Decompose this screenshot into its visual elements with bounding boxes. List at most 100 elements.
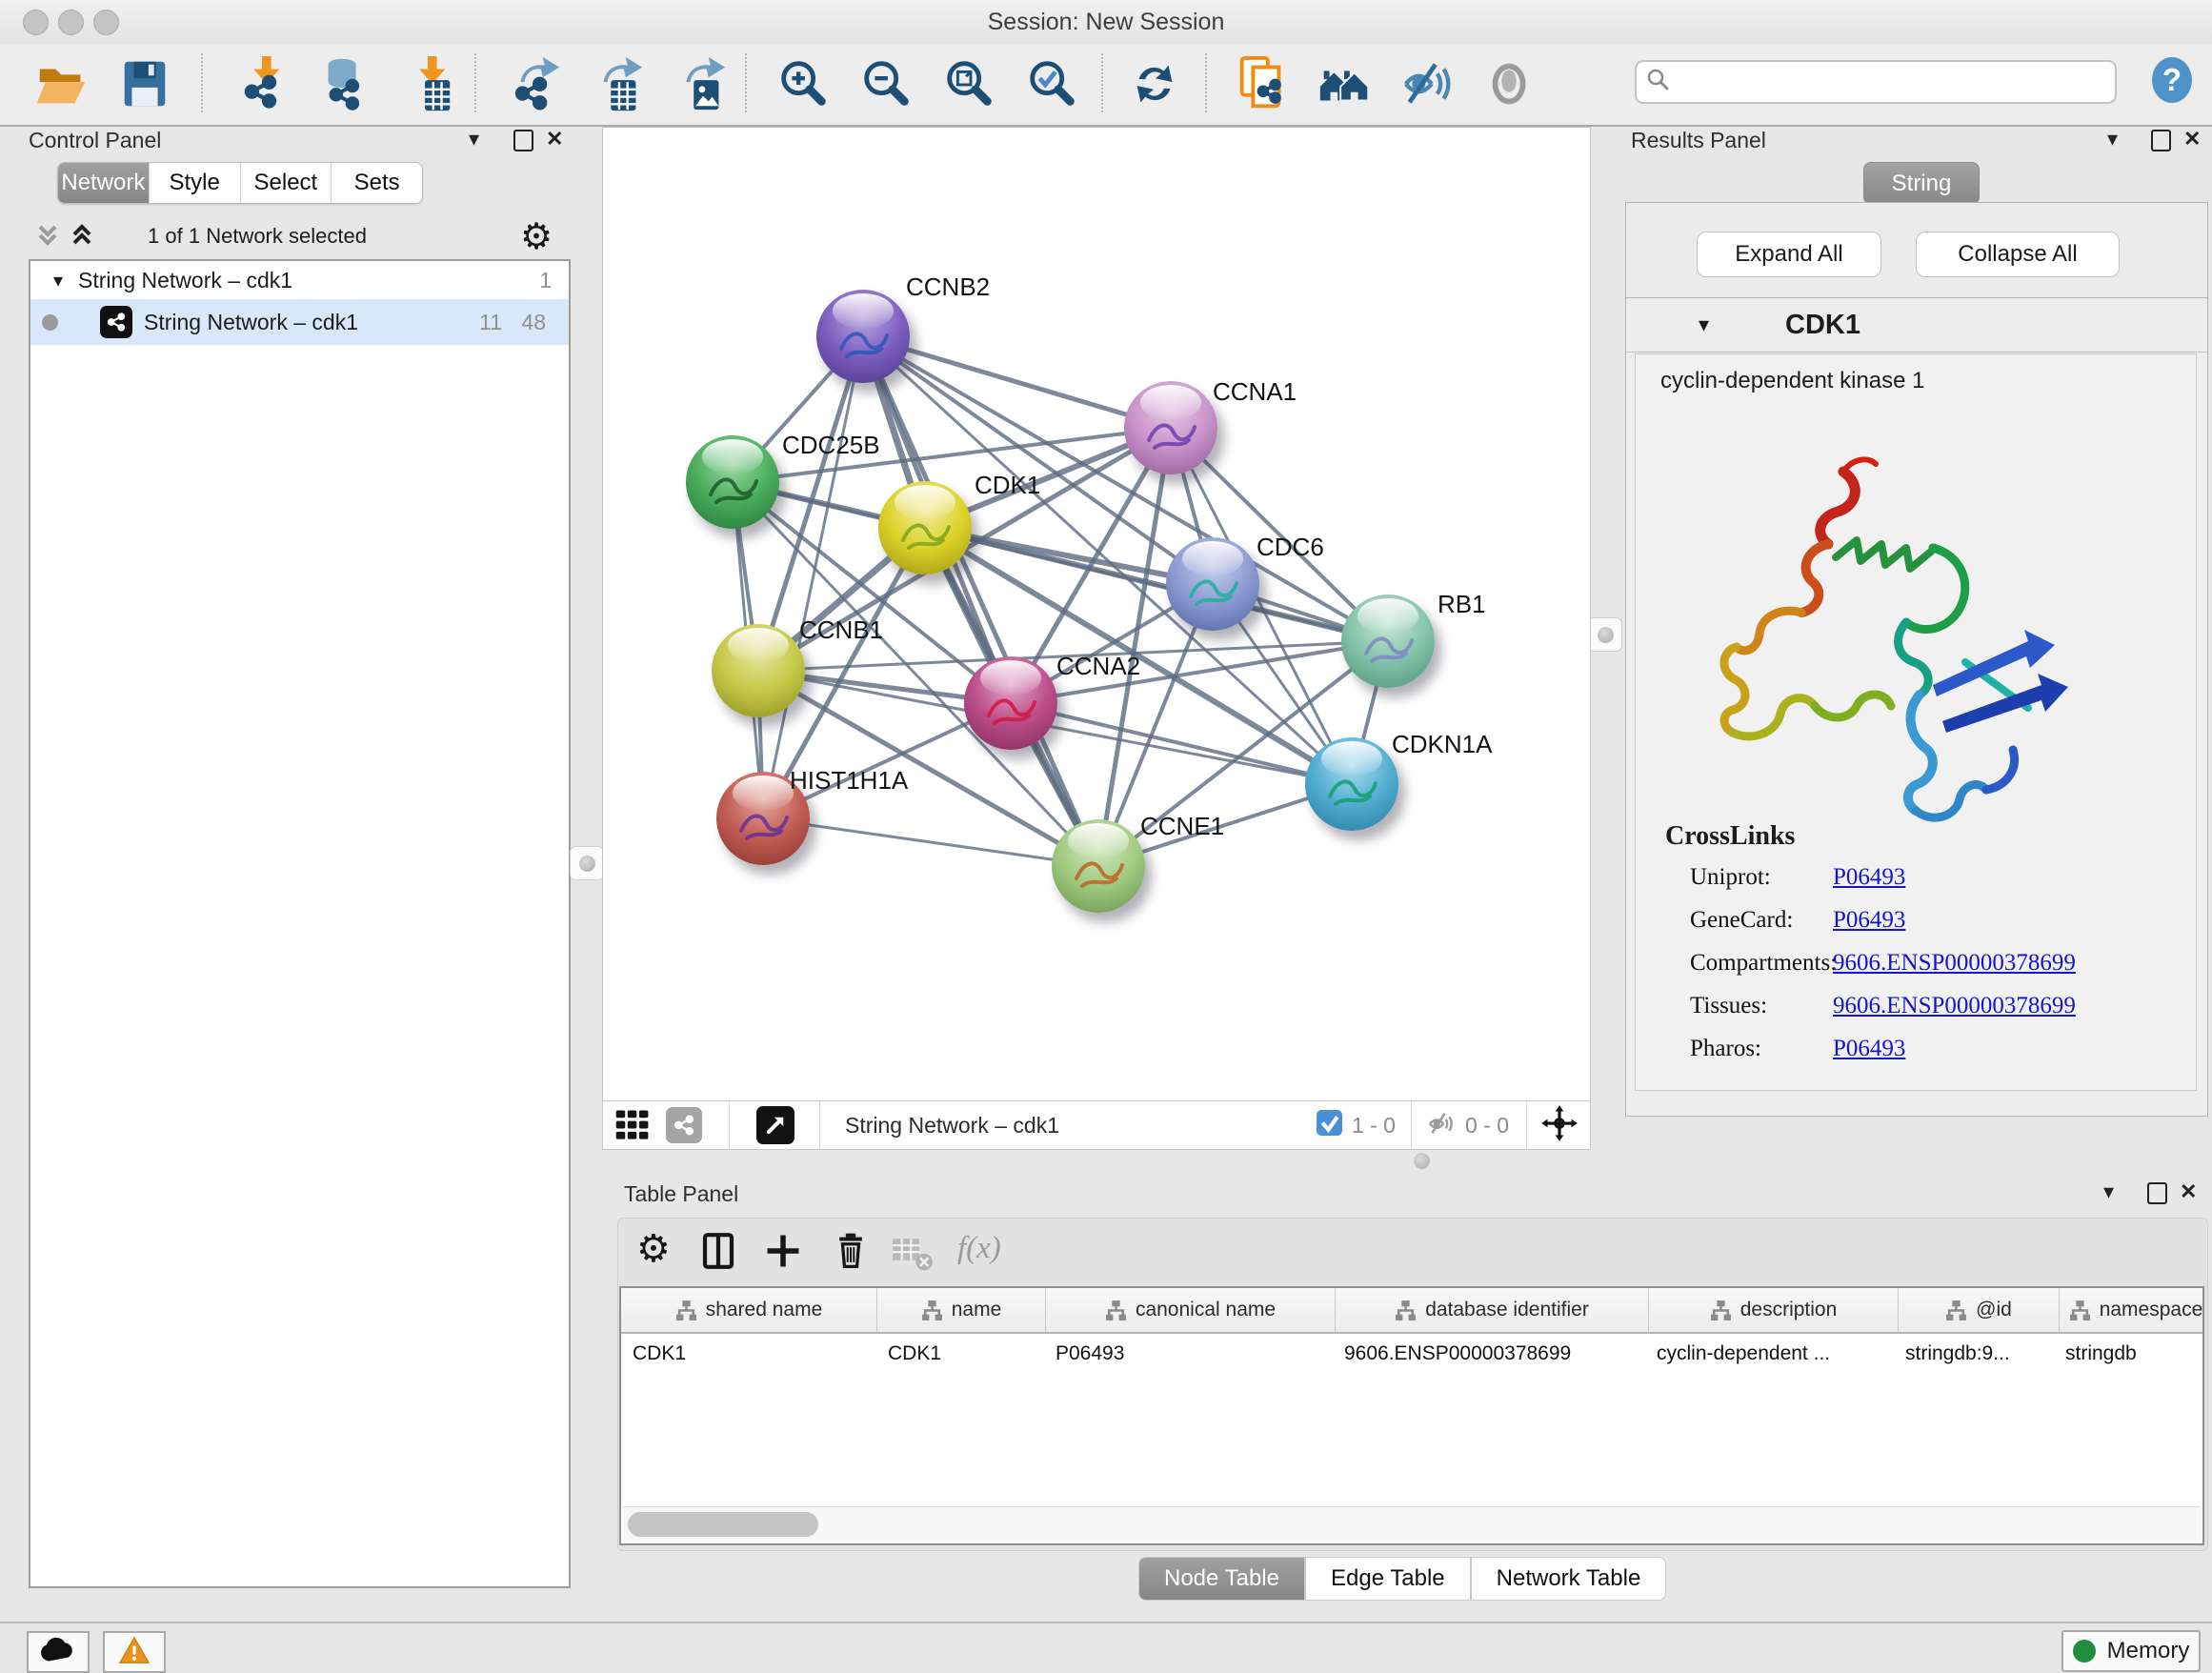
zoom-selected-button[interactable] [1019,50,1086,117]
tab-select[interactable]: Select [241,163,332,203]
column-header-description[interactable]: description [1649,1288,1899,1332]
node-CDC6[interactable] [1166,537,1259,631]
export-image-button[interactable] [668,50,734,117]
table-cell[interactable]: stringdb [2054,1334,2206,1377]
crosslink-link[interactable]: P06493 [1833,1036,1905,1062]
results-panel-close-button[interactable]: ✕ [2183,127,2201,151]
control-panel-menu-icon[interactable]: ▾ [469,127,479,151]
refresh-button[interactable] [1121,50,1188,117]
right-splitter-handle[interactable] [1588,617,1622,652]
protein-section-header[interactable]: ▾ CDK1 [1626,298,2207,353]
crosslink-link[interactable]: 9606.ENSP00000378699 [1833,993,2076,1019]
results-panel-menu-icon[interactable]: ▾ [2107,127,2118,151]
node-CCNB1[interactable] [712,624,805,717]
open-session-button[interactable] [29,50,95,117]
tab-network[interactable]: Network [58,163,150,203]
results-panel-float-button[interactable] [2151,130,2171,151]
open-in-window-icon[interactable] [756,1106,794,1144]
column-header-shared-name[interactable]: shared name [621,1288,877,1332]
tab-node-table[interactable]: Node Table [1138,1557,1305,1601]
network-edge[interactable] [763,818,1098,866]
string-query-button[interactable] [1229,50,1296,117]
memory-button[interactable]: Memory [2061,1630,2201,1672]
zoom-out-button[interactable] [854,50,920,117]
crosslink-link[interactable]: 9606.ENSP00000378699 [1833,950,2076,977]
network-edge[interactable] [1011,703,1352,784]
function-builder-icon[interactable]: f(x) [957,1231,1001,1266]
protein-expander-icon[interactable]: ▾ [1699,312,1709,337]
delete-table-icon[interactable] [891,1234,935,1277]
search-input[interactable] [1680,69,2115,95]
table-cell[interactable]: cyclin-dependent ... [1645,1334,1894,1377]
import-table-button[interactable] [393,50,460,117]
tab-string[interactable]: String [1863,162,1980,205]
help-button[interactable]: ? [2152,57,2192,103]
add-column-icon[interactable] [762,1229,804,1278]
warning-button[interactable] [103,1631,166,1673]
show-columns-icon[interactable] [698,1229,738,1278]
column-header--id[interactable]: @id [1899,1288,2060,1332]
import-database-button[interactable] [311,50,377,117]
tab-sets[interactable]: Sets [332,163,422,203]
network-canvas[interactable]: CCNB2CCNA1CDC25BCDK1CDC6RB1CCNB1CCNA2CDK… [602,127,1591,1102]
table-panel-float-button[interactable] [2147,1182,2167,1204]
zoom-fit-button[interactable] [936,50,1003,117]
table-settings-gear-icon[interactable]: ⚙ [636,1227,671,1271]
crosslink-link[interactable]: P06493 [1833,864,1905,891]
tab-network-table[interactable]: Network Table [1471,1557,1667,1601]
network-collection-row[interactable]: ▾ String Network – cdk1 1 [30,261,569,299]
control-panel-close-button[interactable]: ✕ [546,127,563,151]
left-splitter-handle[interactable] [570,846,604,880]
crosslink-link[interactable]: P06493 [1833,907,1905,934]
node-CCNA1[interactable] [1124,381,1217,474]
bottom-splitter-handle[interactable] [1414,1153,1430,1169]
column-header-database-identifier[interactable]: database identifier [1336,1288,1649,1332]
node-CCNE1[interactable] [1052,819,1145,913]
control-panel-gear-icon[interactable]: ⚙ [520,215,553,257]
home-button[interactable] [1312,50,1378,117]
node-CCNB2[interactable] [816,290,910,383]
export-network-button[interactable] [502,50,569,117]
export-table-button[interactable] [585,50,652,117]
table-cell[interactable]: CDK1 [876,1334,1044,1377]
cloud-button[interactable] [27,1631,90,1673]
scrollbar-thumb[interactable] [628,1512,818,1537]
column-header-name[interactable]: name [877,1288,1046,1332]
node-CDK1[interactable] [878,481,972,574]
string-network-badge-icon[interactable] [666,1107,702,1143]
node-CCNA2[interactable] [964,656,1057,750]
table-row[interactable]: CDK1CDK1P064939606.ENSP00000378699cyclin… [621,1334,2202,1377]
table-cell[interactable]: P06493 [1044,1334,1333,1377]
grid-view-icon[interactable] [611,1092,654,1159]
fit-selected-icon[interactable] [1540,1104,1579,1147]
table-cell[interactable]: CDK1 [621,1334,876,1377]
table-panel-close-button[interactable]: ✕ [2180,1179,2197,1204]
expand-networks-icon[interactable] [69,221,95,254]
column-header-namespace[interactable]: namespace [2060,1288,2212,1332]
import-network-button[interactable] [228,50,294,117]
tab-style[interactable]: Style [150,163,241,203]
collapse-networks-icon[interactable] [34,221,61,254]
zoom-in-button[interactable] [771,50,837,117]
selected-checkbox-icon[interactable] [1317,1110,1342,1140]
hidden-eye-icon[interactable] [1425,1109,1458,1142]
hide-selected-button[interactable] [1395,50,1461,117]
control-panel-float-button[interactable] [513,130,533,151]
node-CDC25B[interactable] [686,435,779,529]
delete-column-trash-icon[interactable] [831,1229,871,1278]
table-panel-menu-icon[interactable]: ▾ [2103,1179,2114,1204]
network-edge[interactable] [763,336,863,818]
node-RB1[interactable] [1341,595,1435,688]
node-CDKN1A[interactable] [1305,737,1398,831]
table-cell[interactable]: stringdb:9... [1894,1334,2054,1377]
table-cell[interactable]: 9606.ENSP00000378699 [1333,1334,1645,1377]
tab-edge-table[interactable]: Edge Table [1305,1557,1471,1601]
collection-expander-icon[interactable]: ▾ [53,269,63,292]
table-horizontal-scrollbar[interactable] [623,1506,2201,1542]
show-all-button[interactable] [1478,50,1544,117]
network-row[interactable]: String Network – cdk1 11 48 [30,299,569,345]
collapse-all-button[interactable]: Collapse All [1916,232,2120,277]
save-session-button[interactable] [111,50,178,117]
column-header-canonical-name[interactable]: canonical name [1046,1288,1336,1332]
expand-all-button[interactable]: Expand All [1697,232,1881,277]
